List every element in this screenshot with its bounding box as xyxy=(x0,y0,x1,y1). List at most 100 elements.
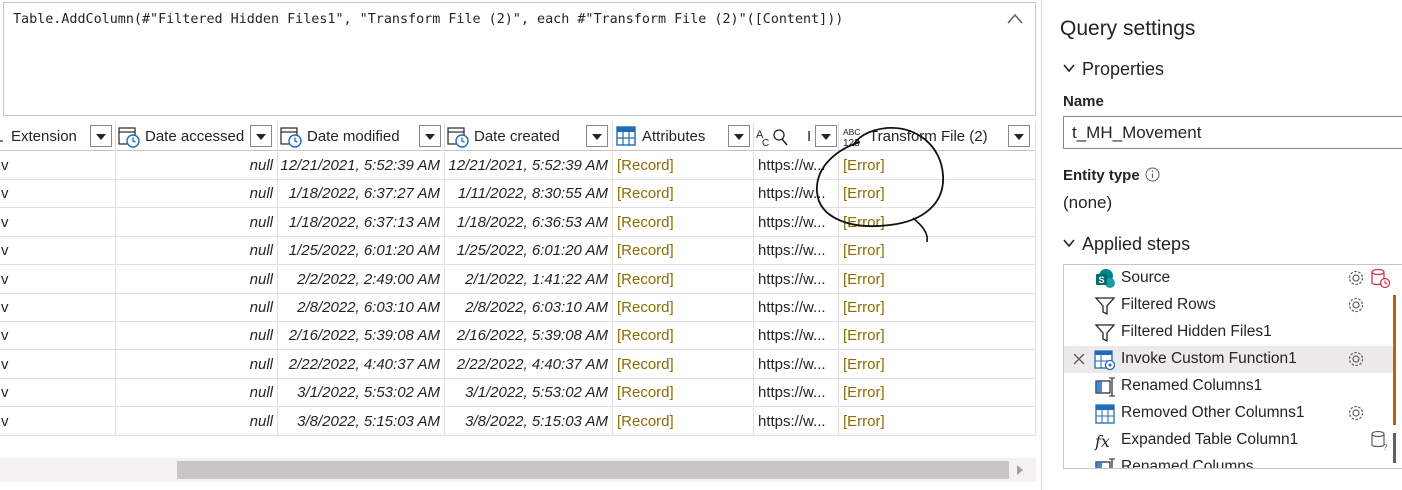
applied-step-label: Filtered Rows xyxy=(1121,296,1216,313)
cell-date-accessed: null xyxy=(116,407,278,436)
applied-step-item[interactable]: Filtered Hidden Files1 xyxy=(1064,319,1394,346)
column-filter-dropdown[interactable] xyxy=(250,125,272,147)
cell-folder-path: https://w... xyxy=(754,152,839,180)
cell-error-link[interactable]: [Error] xyxy=(839,322,1036,351)
table-row[interactable]: v null 1/25/2022, 6:01:20 AM 1/25/2022, 6:0… xyxy=(0,237,1036,266)
column-filter-dropdown[interactable] xyxy=(419,125,441,147)
column-filter-dropdown[interactable] xyxy=(815,125,837,147)
cell-record-link[interactable]: [Record] xyxy=(613,152,754,180)
cell-record-link[interactable]: [Record] xyxy=(613,208,754,237)
cell-extension: v xyxy=(0,407,116,436)
cell-extension: v xyxy=(0,265,116,294)
database-warning-icon[interactable] xyxy=(1369,267,1391,289)
gear-icon[interactable] xyxy=(1347,296,1365,314)
column-header-folder-path[interactable]: A C I xyxy=(754,122,839,151)
chevron-up-icon[interactable] xyxy=(1005,11,1025,27)
cell-error-link[interactable]: [Error] xyxy=(839,180,1036,209)
table-icon xyxy=(1095,404,1115,424)
formula-text[interactable]: Table.AddColumn(#"Filtered Hidden Files1… xyxy=(13,12,843,27)
table-row[interactable]: v null 12/21/2021, 5:52:39 AM 12/21/2021, 5… xyxy=(0,152,1036,180)
cell-error-link[interactable]: [Error] xyxy=(839,152,1036,180)
column-header-extension[interactable]: Extension xyxy=(0,122,116,151)
scrollbar-thumb[interactable] xyxy=(177,461,1009,479)
cell-date-created: 2/8/2022, 6:03:10 AM xyxy=(445,294,613,322)
table-row[interactable]: v null 2/8/2022, 6:03:10 AM 2/8/2022, 6:03:… xyxy=(0,294,1036,322)
applied-step-item[interactable]: Filtered Rows xyxy=(1064,292,1394,319)
cell-error-link[interactable]: [Error] xyxy=(839,208,1036,237)
formula-bar[interactable]: Table.AddColumn(#"Filtered Hidden Files1… xyxy=(3,2,1036,116)
expand-column-button[interactable] xyxy=(728,125,750,147)
cell-extension: v xyxy=(0,294,116,322)
cell-date-modified: 1/25/2022, 6:01:20 AM xyxy=(278,237,445,266)
cell-record-link[interactable]: [Record] xyxy=(613,294,754,322)
svg-text:ABC: ABC xyxy=(843,127,860,137)
cell-record-link[interactable]: [Record] xyxy=(613,237,754,266)
name-label: Name xyxy=(1063,93,1104,110)
any-type-icon: A C xyxy=(756,129,788,148)
chevron-down-icon xyxy=(1063,239,1075,248)
properties-section-header[interactable]: Properties xyxy=(1062,59,1164,80)
applied-step-item[interactable]: Invoke Custom Function1 xyxy=(1064,346,1394,373)
query-name-input[interactable] xyxy=(1063,116,1402,149)
svg-text:123: 123 xyxy=(843,138,860,148)
cell-record-link[interactable]: [Record] xyxy=(613,379,754,408)
applied-steps-list: S Source Filtered Rows Filtered Hidden File… xyxy=(1063,264,1402,469)
applied-step-label: Invoke Custom Function1 xyxy=(1121,350,1297,367)
column-filter-dropdown[interactable] xyxy=(1008,125,1030,147)
cell-record-link[interactable]: [Record] xyxy=(613,407,754,436)
cell-date-accessed: null xyxy=(116,208,278,237)
cell-record-link[interactable]: [Record] xyxy=(613,180,754,209)
table-row[interactable]: v null 2/2/2022, 2:49:00 AM 2/1/2022, 1:41:… xyxy=(0,265,1036,294)
entity-type-label: Entity type xyxy=(1063,167,1160,184)
cell-record-link[interactable]: [Record] xyxy=(613,350,754,379)
cell-date-created: 1/18/2022, 6:36:53 AM xyxy=(445,208,613,237)
info-icon[interactable] xyxy=(1145,167,1160,182)
cell-error-link[interactable]: [Error] xyxy=(839,237,1036,266)
cell-record-link[interactable]: [Record] xyxy=(613,265,754,294)
cell-date-accessed: null xyxy=(116,350,278,379)
cell-error-link[interactable]: [Error] xyxy=(839,350,1036,379)
cell-date-created: 1/11/2022, 8:30:55 AM xyxy=(445,180,613,209)
cell-date-modified: 1/18/2022, 6:37:13 AM xyxy=(278,208,445,237)
applied-step-item[interactable]: Renamed Columns xyxy=(1064,454,1394,468)
applied-step-item[interactable]: fx Expanded Table Column1? xyxy=(1064,427,1394,454)
cell-error-link[interactable]: [Error] xyxy=(839,265,1036,294)
cell-date-accessed: null xyxy=(116,180,278,209)
table-row[interactable]: v null 3/8/2022, 5:15:03 AM 3/8/2022, 5:15:… xyxy=(0,407,1036,436)
column-header-transform-file[interactable]: ABC 123 Transform File (2) xyxy=(839,122,1036,151)
cell-date-modified: 3/8/2022, 5:15:03 AM xyxy=(278,407,445,436)
table-row[interactable]: v null 1/18/2022, 6:37:27 AM 1/11/2022, 8:3… xyxy=(0,180,1036,209)
steps-scrollbar-thumb[interactable] xyxy=(1393,295,1396,425)
cell-date-modified: 2/2/2022, 2:49:00 AM xyxy=(278,265,445,294)
entity-type-label-text: Entity type xyxy=(1063,167,1140,184)
cell-date-created: 1/25/2022, 6:01:20 AM xyxy=(445,237,613,266)
sharepoint-icon: S xyxy=(1096,269,1115,288)
column-filter-dropdown[interactable] xyxy=(586,125,608,147)
gear-icon[interactable] xyxy=(1347,269,1365,287)
table-row[interactable]: v null 1/18/2022, 6:37:13 AM 1/18/2022, 6:3… xyxy=(0,208,1036,237)
table-row[interactable]: v null 2/16/2022, 5:39:08 AM 2/16/2022, 5:3… xyxy=(0,322,1036,351)
table-row[interactable]: v null 3/1/2022, 5:53:02 AM 3/1/2022, 5:53:… xyxy=(0,379,1036,408)
column-header-date-accessed[interactable]: Date accessed xyxy=(116,122,278,151)
cell-error-link[interactable]: [Error] xyxy=(839,294,1036,322)
cell-folder-path: https://w... xyxy=(754,322,839,351)
filter-icon xyxy=(1094,324,1116,343)
cell-error-link[interactable]: [Error] xyxy=(839,407,1036,436)
cell-error-link[interactable]: [Error] xyxy=(839,379,1036,408)
column-filter-dropdown[interactable] xyxy=(90,125,112,147)
applied-step-item[interactable]: Removed Other Columns1 xyxy=(1064,400,1394,427)
table-row[interactable]: v null 2/22/2022, 4:40:37 AM 2/22/2022, 4:4… xyxy=(0,350,1036,379)
gear-icon[interactable] xyxy=(1347,404,1365,422)
applied-step-item[interactable]: S Source xyxy=(1064,265,1394,292)
database-query-icon[interactable]: ? xyxy=(1369,429,1391,451)
gear-icon[interactable] xyxy=(1347,350,1365,368)
column-header-date-created[interactable]: Date created xyxy=(445,122,613,151)
column-header-date-modified[interactable]: Date modified xyxy=(278,122,445,151)
applied-step-item[interactable]: Renamed Columns1 xyxy=(1064,373,1394,400)
horizontal-scrollbar[interactable] xyxy=(0,458,1036,482)
applied-steps-section-header[interactable]: Applied steps xyxy=(1062,234,1190,255)
scroll-right-arrow-icon[interactable] xyxy=(1017,465,1023,475)
cell-record-link[interactable]: [Record] xyxy=(613,322,754,351)
column-header-attributes[interactable]: Attributes xyxy=(613,122,754,151)
delete-step-icon[interactable] xyxy=(1071,351,1087,367)
